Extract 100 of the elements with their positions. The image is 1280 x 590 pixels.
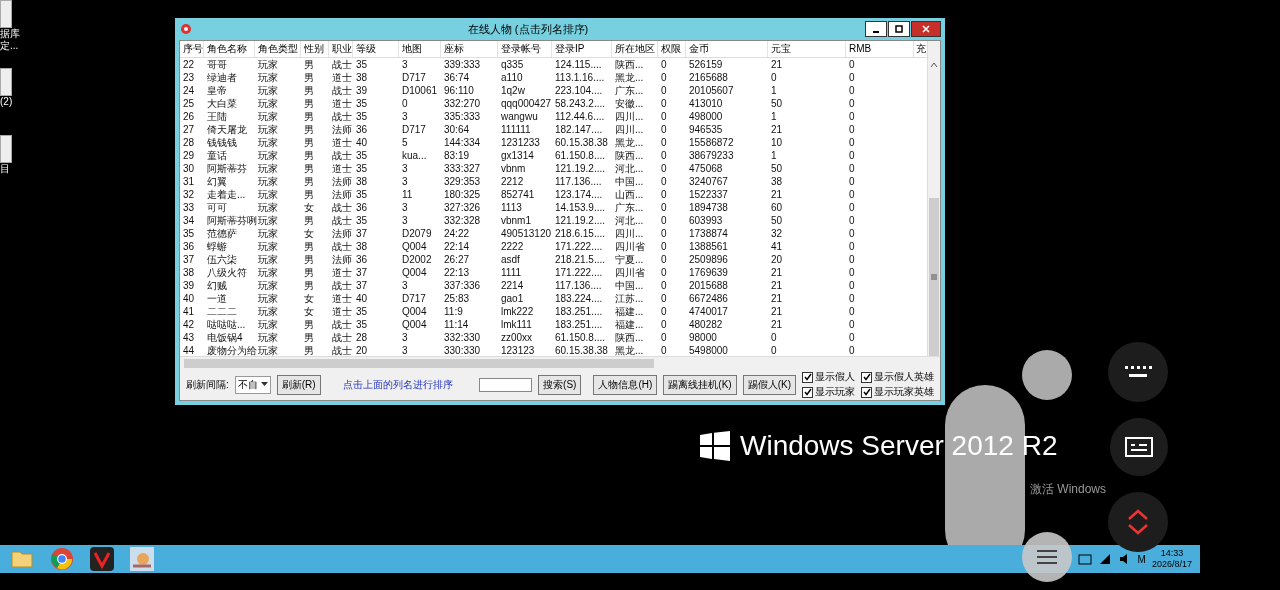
- table-cell-text: 玩家: [257, 266, 279, 279]
- table-cell-text: 0: [660, 136, 668, 149]
- table-cell-text: 11:14: [443, 318, 470, 331]
- column-header[interactable]: 序号: [180, 41, 204, 57]
- column-header[interactable]: 等级: [353, 41, 399, 57]
- close-button[interactable]: [911, 21, 941, 37]
- desktop-icon-label: 目: [0, 163, 10, 175]
- table-cell-text: 183.251....: [554, 305, 604, 318]
- table-cell-text: 498000: [688, 110, 724, 123]
- checkbox-label: 显示玩家: [815, 385, 855, 399]
- table-cell-text: 38: [770, 175, 784, 188]
- table-cell-text: 113.1.16....: [554, 71, 606, 84]
- column-header[interactable]: 座标: [441, 41, 498, 57]
- table-cell-text: 战士: [331, 344, 353, 356]
- table-cell-text: 5: [401, 136, 409, 149]
- table-cell-text: 117.136....: [554, 175, 603, 188]
- table-cell-text: 58.243.2....: [554, 97, 607, 110]
- table-cell-text: 女: [303, 292, 315, 305]
- refresh-interval-dropdown[interactable]: 不自: [234, 375, 271, 394]
- table-cell-text: 0: [660, 344, 668, 356]
- app-icon[interactable]: [90, 547, 114, 571]
- table-cell-text: D717: [401, 71, 427, 84]
- column-header[interactable]: 充: [914, 41, 927, 57]
- table-cell-text: 24: [182, 84, 196, 97]
- column-header[interactable]: 地图: [399, 41, 441, 57]
- table-cell-text: 法师: [331, 123, 353, 136]
- clock[interactable]: 14:33 2026/8/17: [1151, 548, 1192, 570]
- table-cell-text: 0: [660, 253, 668, 266]
- tray-icon[interactable]: [1077, 552, 1092, 566]
- control-overlay[interactable]: [1022, 350, 1072, 400]
- search-field[interactable]: [478, 377, 533, 392]
- table-cell-text: 江苏...: [614, 292, 645, 305]
- input-method-indicator[interactable]: M: [1137, 553, 1146, 565]
- action-button[interactable]: 踢离线挂机(K): [663, 374, 737, 395]
- checkbox[interactable]: [861, 386, 872, 398]
- column-header[interactable]: 职业: [329, 41, 353, 57]
- table-cell-text: 3: [401, 201, 409, 214]
- table-cell-text: 38: [355, 175, 369, 188]
- table-cell-text: 0: [660, 318, 668, 331]
- table-cell-text: 男: [303, 214, 315, 227]
- scroll-up-icon[interactable]: [930, 61, 938, 69]
- checkbox[interactable]: [861, 371, 872, 383]
- table-cell-text: 0: [401, 97, 409, 110]
- maximize-button[interactable]: [888, 21, 910, 37]
- checkbox[interactable]: [802, 386, 813, 398]
- table-cell-text: 35: [355, 318, 369, 331]
- table-cell-text: 0: [660, 58, 668, 71]
- table-cell-text: 3: [401, 279, 409, 292]
- column-header[interactable]: 所在地区: [612, 41, 658, 57]
- table-cell-text: 852741: [500, 188, 536, 201]
- table-cell-text: q335: [500, 58, 525, 71]
- minimize-button[interactable]: [865, 21, 887, 37]
- table-cell-text: 可可: [206, 201, 228, 214]
- table-cell-text: 36:74: [443, 71, 471, 84]
- table-cell-text: 八级火符: [206, 266, 248, 279]
- desktop-icon-label: (2): [0, 96, 13, 108]
- table-cell-text: 玩家: [257, 331, 279, 344]
- horizontal-scrollbar[interactable]: [180, 356, 940, 369]
- table-cell-text: 道士: [331, 266, 353, 279]
- table-cell-text: 5498000: [688, 344, 729, 356]
- table-cell-text: 0: [848, 149, 856, 162]
- table-cell-text: 0: [660, 214, 668, 227]
- menu-button[interactable]: [1022, 532, 1072, 582]
- table-cell-text: 0: [848, 344, 856, 356]
- column-header[interactable]: 金币: [686, 41, 768, 57]
- column-header[interactable]: RMB: [846, 41, 914, 57]
- table-cell-text: 玩家: [257, 97, 279, 110]
- table-cell-text: 0: [660, 149, 668, 162]
- table-cell-text: 0: [770, 331, 778, 344]
- column-header[interactable]: 角色名称: [204, 41, 255, 57]
- table-cell-text: 2165688: [688, 71, 729, 84]
- column-header[interactable]: 元宝: [768, 41, 846, 57]
- action-button[interactable]: 踢假人(K): [742, 374, 796, 395]
- browser-icon[interactable]: [50, 547, 74, 571]
- table-cell-text: 0: [848, 279, 856, 292]
- table-cell-text: 1522337: [688, 188, 729, 201]
- table-cell-text: 0: [848, 214, 856, 227]
- table-cell-text: 1: [770, 84, 778, 97]
- column-header[interactable]: 登录帐号: [498, 41, 552, 57]
- table-cell-text: 法师: [331, 188, 353, 201]
- sort-hint: 点击上面的列名进行排序: [342, 377, 453, 392]
- column-header[interactable]: 性别: [301, 41, 329, 57]
- table-cell-text: 1111: [500, 266, 523, 279]
- table-cell-text: 宁夏...: [614, 253, 645, 266]
- table-cell-text: 男: [303, 266, 315, 279]
- table-cell-text: 38: [182, 266, 196, 279]
- action-button[interactable]: 人物信息(H): [593, 374, 658, 395]
- table-cell-text: 0: [660, 162, 668, 175]
- column-header[interactable]: 登录IP: [552, 41, 612, 57]
- search-button[interactable]: 搜索(S): [538, 374, 582, 395]
- vertical-scrollbar[interactable]: [927, 41, 940, 356]
- table-cell-text: 战士: [331, 149, 353, 162]
- table-cell-text: 哥哥: [206, 58, 228, 71]
- column-header[interactable]: 权限: [658, 41, 686, 57]
- checkbox[interactable]: [802, 371, 813, 383]
- column-header[interactable]: 角色类型: [255, 41, 301, 57]
- table-cell-text: 21: [770, 123, 784, 136]
- refresh-button[interactable]: 刷新(R): [276, 374, 321, 395]
- table-cell-text: 0: [660, 123, 668, 136]
- table-cell-text: 20: [355, 344, 369, 356]
